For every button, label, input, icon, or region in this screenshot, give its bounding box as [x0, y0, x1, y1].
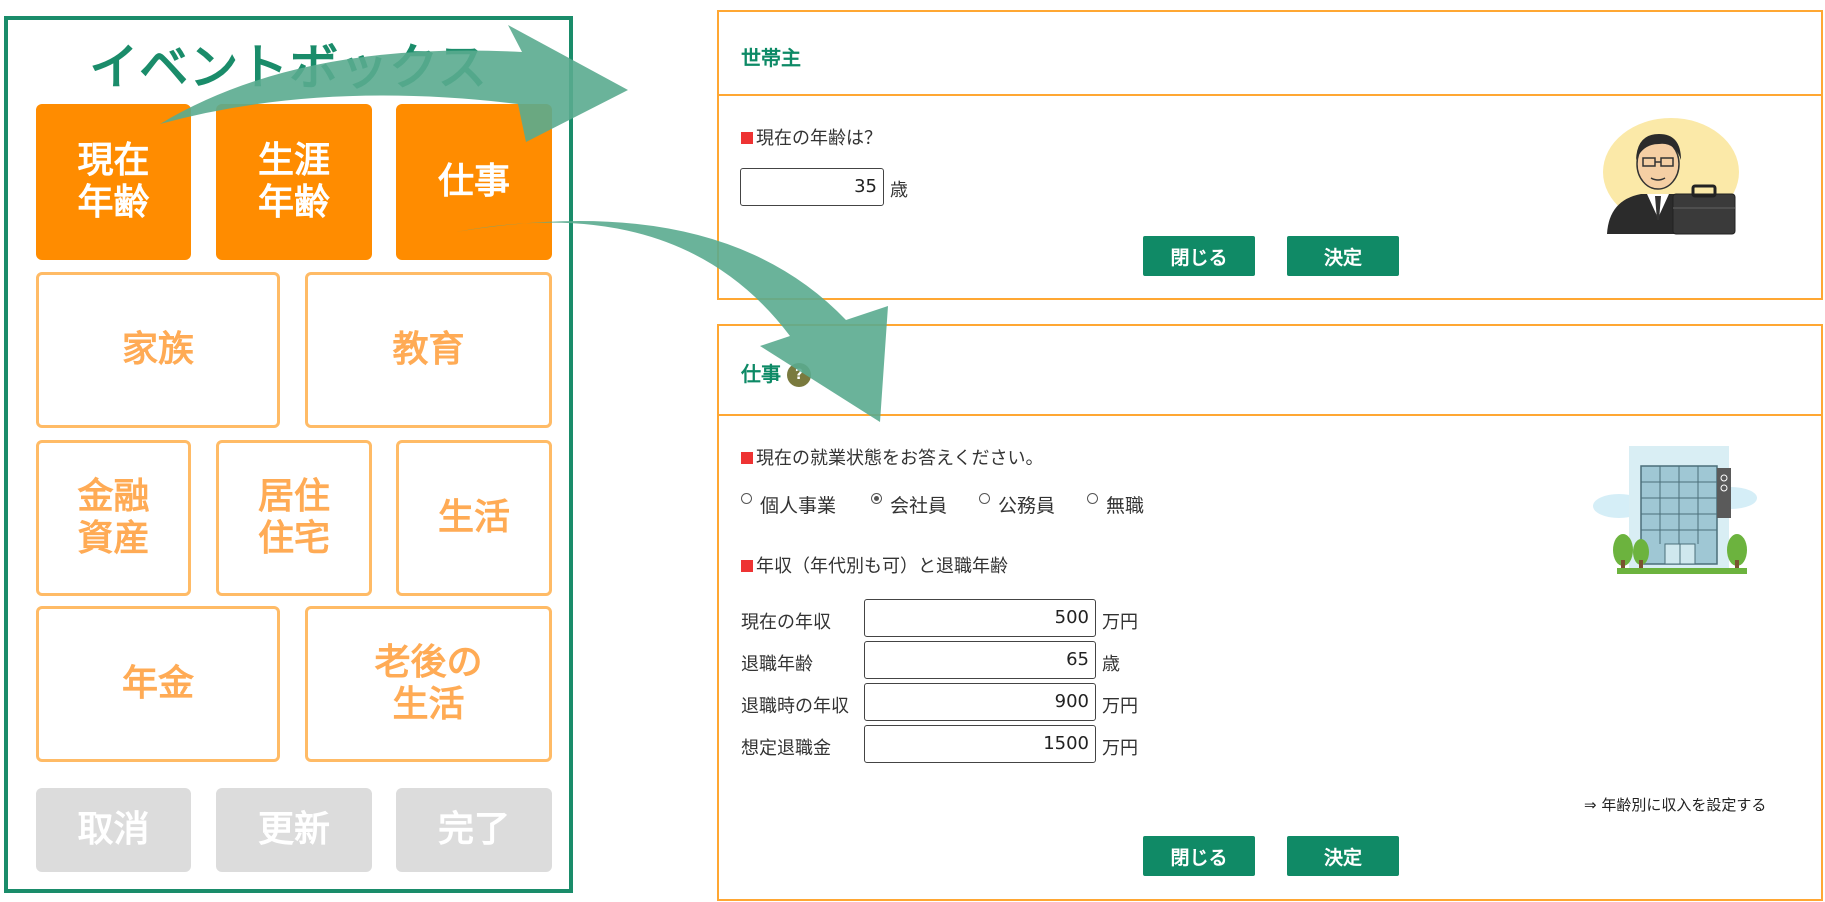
education-button[interactable]: 教育 [305, 272, 552, 428]
age-input[interactable]: 35 [740, 168, 884, 206]
decide-button[interactable]: 決定 [1287, 836, 1399, 876]
pension-button[interactable]: 年金 [36, 606, 280, 762]
current-income-unit: 万円 [1102, 612, 1138, 633]
radio-unemployed[interactable]: 無職 [1087, 491, 1144, 518]
retirement-age-unit: 歳 [1102, 654, 1120, 675]
retirement-age-input[interactable]: 65 [864, 641, 1096, 679]
radio-label: 個人事業 [760, 495, 837, 517]
financial-assets-button[interactable]: 金融 資産 [36, 440, 191, 596]
event-box-title: イベントボックス [89, 39, 488, 96]
job-panel-title: 仕事? [741, 358, 811, 387]
job-panel-header: 仕事? [719, 326, 1821, 416]
retirement-income-label: 退職時の年収 [741, 696, 849, 717]
help-icon[interactable]: ? [787, 363, 811, 387]
age-question: 現在の年齢は？ [741, 124, 882, 150]
radio-civil-servant[interactable]: 公務員 [979, 491, 1055, 518]
radio-selected-icon [871, 493, 882, 504]
job-button[interactable]: 仕事 [396, 104, 552, 260]
red-square-icon [741, 132, 753, 144]
event-box: イベントボックス 現在 年齢 生涯 年齢 仕事 家族 教育 金融 資産 居住 住… [4, 16, 573, 893]
red-square-icon [741, 452, 753, 464]
age-unit: 歳 [890, 180, 908, 201]
income-question-text: 年収（年代別も可）と退職年齢 [756, 556, 1008, 577]
current-age-button[interactable]: 現在 年齢 [36, 104, 191, 260]
retirement-life-button[interactable]: 老後の 生活 [305, 606, 552, 762]
radio-company-employee[interactable]: 会社員 [871, 491, 947, 518]
radio-label: 無職 [1106, 495, 1145, 517]
employment-question-text: 現在の就業状態をお答えください。 [756, 448, 1044, 469]
job-panel: 仕事? 現在の就業状態をお答えください。 個人事業 会社員 公務員 無職 年収（… [717, 324, 1823, 901]
decide-button[interactable]: 決定 [1287, 236, 1399, 276]
office-building-illustration [1593, 446, 1757, 574]
job-panel-title-text: 仕事 [741, 362, 781, 386]
close-button[interactable]: 閉じる [1143, 836, 1255, 876]
severance-pay-label: 想定退職金 [741, 738, 831, 759]
radio-label: 会社員 [890, 495, 948, 517]
lifetime-age-button[interactable]: 生涯 年齢 [216, 104, 372, 260]
severance-pay-input[interactable]: 1500 [864, 725, 1096, 763]
retirement-age-label: 退職年齢 [741, 654, 813, 675]
radio-circle-icon [979, 493, 990, 504]
family-button[interactable]: 家族 [36, 272, 280, 428]
age-income-link[interactable]: ⇒ 年齢別に収入を設定する [1584, 794, 1766, 815]
radio-self-employed[interactable]: 個人事業 [741, 491, 836, 518]
radio-circle-icon [741, 493, 752, 504]
update-button[interactable]: 更新 [216, 788, 372, 872]
retirement-income-unit: 万円 [1102, 696, 1138, 717]
red-square-icon [741, 560, 753, 572]
radio-label: 公務員 [998, 495, 1056, 517]
radio-circle-icon [1087, 493, 1098, 504]
household-panel: 世帯主 現在の年齢は？ 35 歳 閉じる 決定 [717, 10, 1823, 300]
household-panel-title: 世帯主 [741, 46, 801, 70]
income-question: 年収（年代別も可）と退職年齢 [741, 552, 1008, 578]
businessman-illustration [1603, 118, 1739, 235]
close-button[interactable]: 閉じる [1143, 236, 1255, 276]
current-income-input[interactable]: 500 [864, 599, 1096, 637]
complete-button[interactable]: 完了 [396, 788, 552, 872]
severance-pay-unit: 万円 [1102, 738, 1138, 759]
age-question-text: 現在の年齢は？ [756, 128, 882, 149]
housing-button[interactable]: 居住 住宅 [216, 440, 372, 596]
cancel-button[interactable]: 取消 [36, 788, 191, 872]
household-panel-header: 世帯主 [719, 12, 1821, 96]
employment-question: 現在の就業状態をお答えください。 [741, 444, 1043, 470]
life-button[interactable]: 生活 [396, 440, 552, 596]
current-income-label: 現在の年収 [741, 612, 831, 633]
retirement-income-input[interactable]: 900 [864, 683, 1096, 721]
